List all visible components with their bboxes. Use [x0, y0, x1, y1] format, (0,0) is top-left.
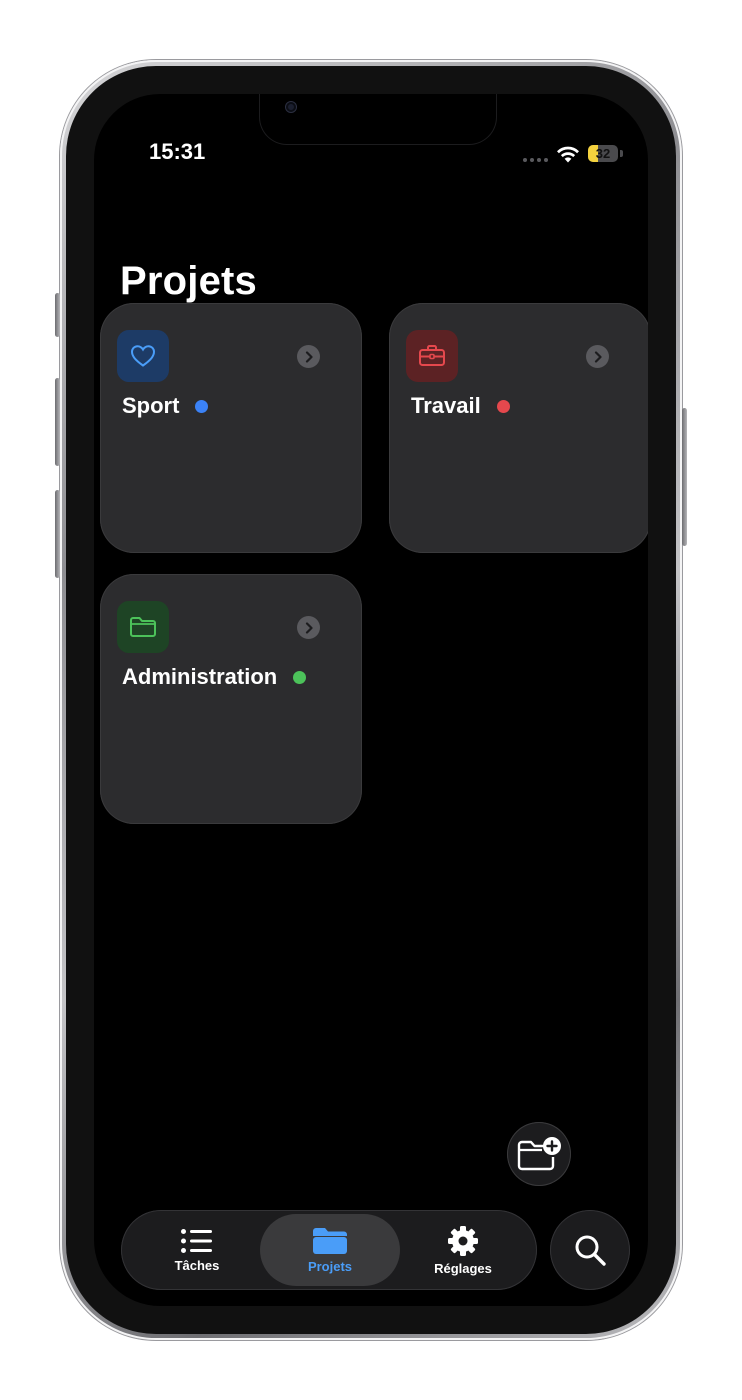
- gear-icon: [448, 1225, 478, 1256]
- project-name: Administration: [122, 664, 278, 689]
- tab-label: Réglages: [434, 1260, 492, 1276]
- project-card-travail[interactable]: Travail: [389, 303, 648, 553]
- mute-switch: [55, 293, 60, 337]
- folder-add-icon: [517, 1137, 561, 1171]
- app-screen: 15:31 32 Projets Sport Travail Administr…: [94, 94, 648, 1306]
- project-card-administration[interactable]: Administration: [100, 574, 362, 824]
- project-title: Travail: [411, 393, 510, 419]
- tab-bar: Tâches Projets Réglages: [121, 1210, 537, 1290]
- tab-projets[interactable]: Projets: [260, 1214, 400, 1286]
- front-camera: [286, 102, 296, 112]
- project-title: Administration: [122, 664, 307, 690]
- power-button: [682, 408, 687, 546]
- project-name: Travail: [411, 393, 481, 418]
- chevron-right-icon: [297, 345, 320, 368]
- phone-bezel: 15:31 32 Projets Sport Travail Administr…: [66, 66, 676, 1334]
- tab-taches[interactable]: Tâches: [127, 1214, 267, 1286]
- project-card-sport[interactable]: Sport: [100, 303, 362, 553]
- search-icon: [575, 1235, 606, 1266]
- status-time: 15:31: [149, 139, 206, 164]
- chevron-right-icon: [586, 345, 609, 368]
- battery-tip: [620, 150, 623, 157]
- cellular-signal-icon: [523, 158, 548, 162]
- add-project-button[interactable]: [507, 1122, 571, 1186]
- project-name: Sport: [122, 393, 180, 418]
- heart-icon: [130, 345, 156, 367]
- project-icon-badge: [117, 601, 169, 653]
- wifi-icon: [557, 146, 579, 163]
- folder-fill-icon: [313, 1227, 347, 1254]
- project-color-dot: [496, 399, 510, 413]
- project-title: Sport: [122, 393, 209, 419]
- search-button[interactable]: [550, 1210, 630, 1290]
- project-color-dot: [195, 399, 209, 413]
- project-icon-badge: [406, 330, 458, 382]
- folder-icon: [130, 617, 156, 637]
- volume-up-button: [55, 378, 60, 466]
- battery-indicator: 32: [588, 145, 618, 162]
- tab-label: Projets: [307, 1258, 353, 1274]
- page-title: Projets: [120, 259, 258, 303]
- tab-reglages[interactable]: Réglages: [393, 1214, 533, 1286]
- list-icon: [181, 1228, 212, 1253]
- phone-frame: 15:31 32 Projets Sport Travail Administr…: [60, 60, 682, 1340]
- tab-label: Tâches: [174, 1257, 220, 1273]
- project-icon-badge: [117, 330, 169, 382]
- dynamic-notch: [259, 94, 497, 145]
- project-color-dot: [293, 670, 307, 684]
- battery-level: 32: [595, 146, 611, 161]
- chevron-right-icon: [297, 616, 320, 639]
- volume-down-button: [55, 490, 60, 578]
- briefcase-icon: [419, 345, 445, 366]
